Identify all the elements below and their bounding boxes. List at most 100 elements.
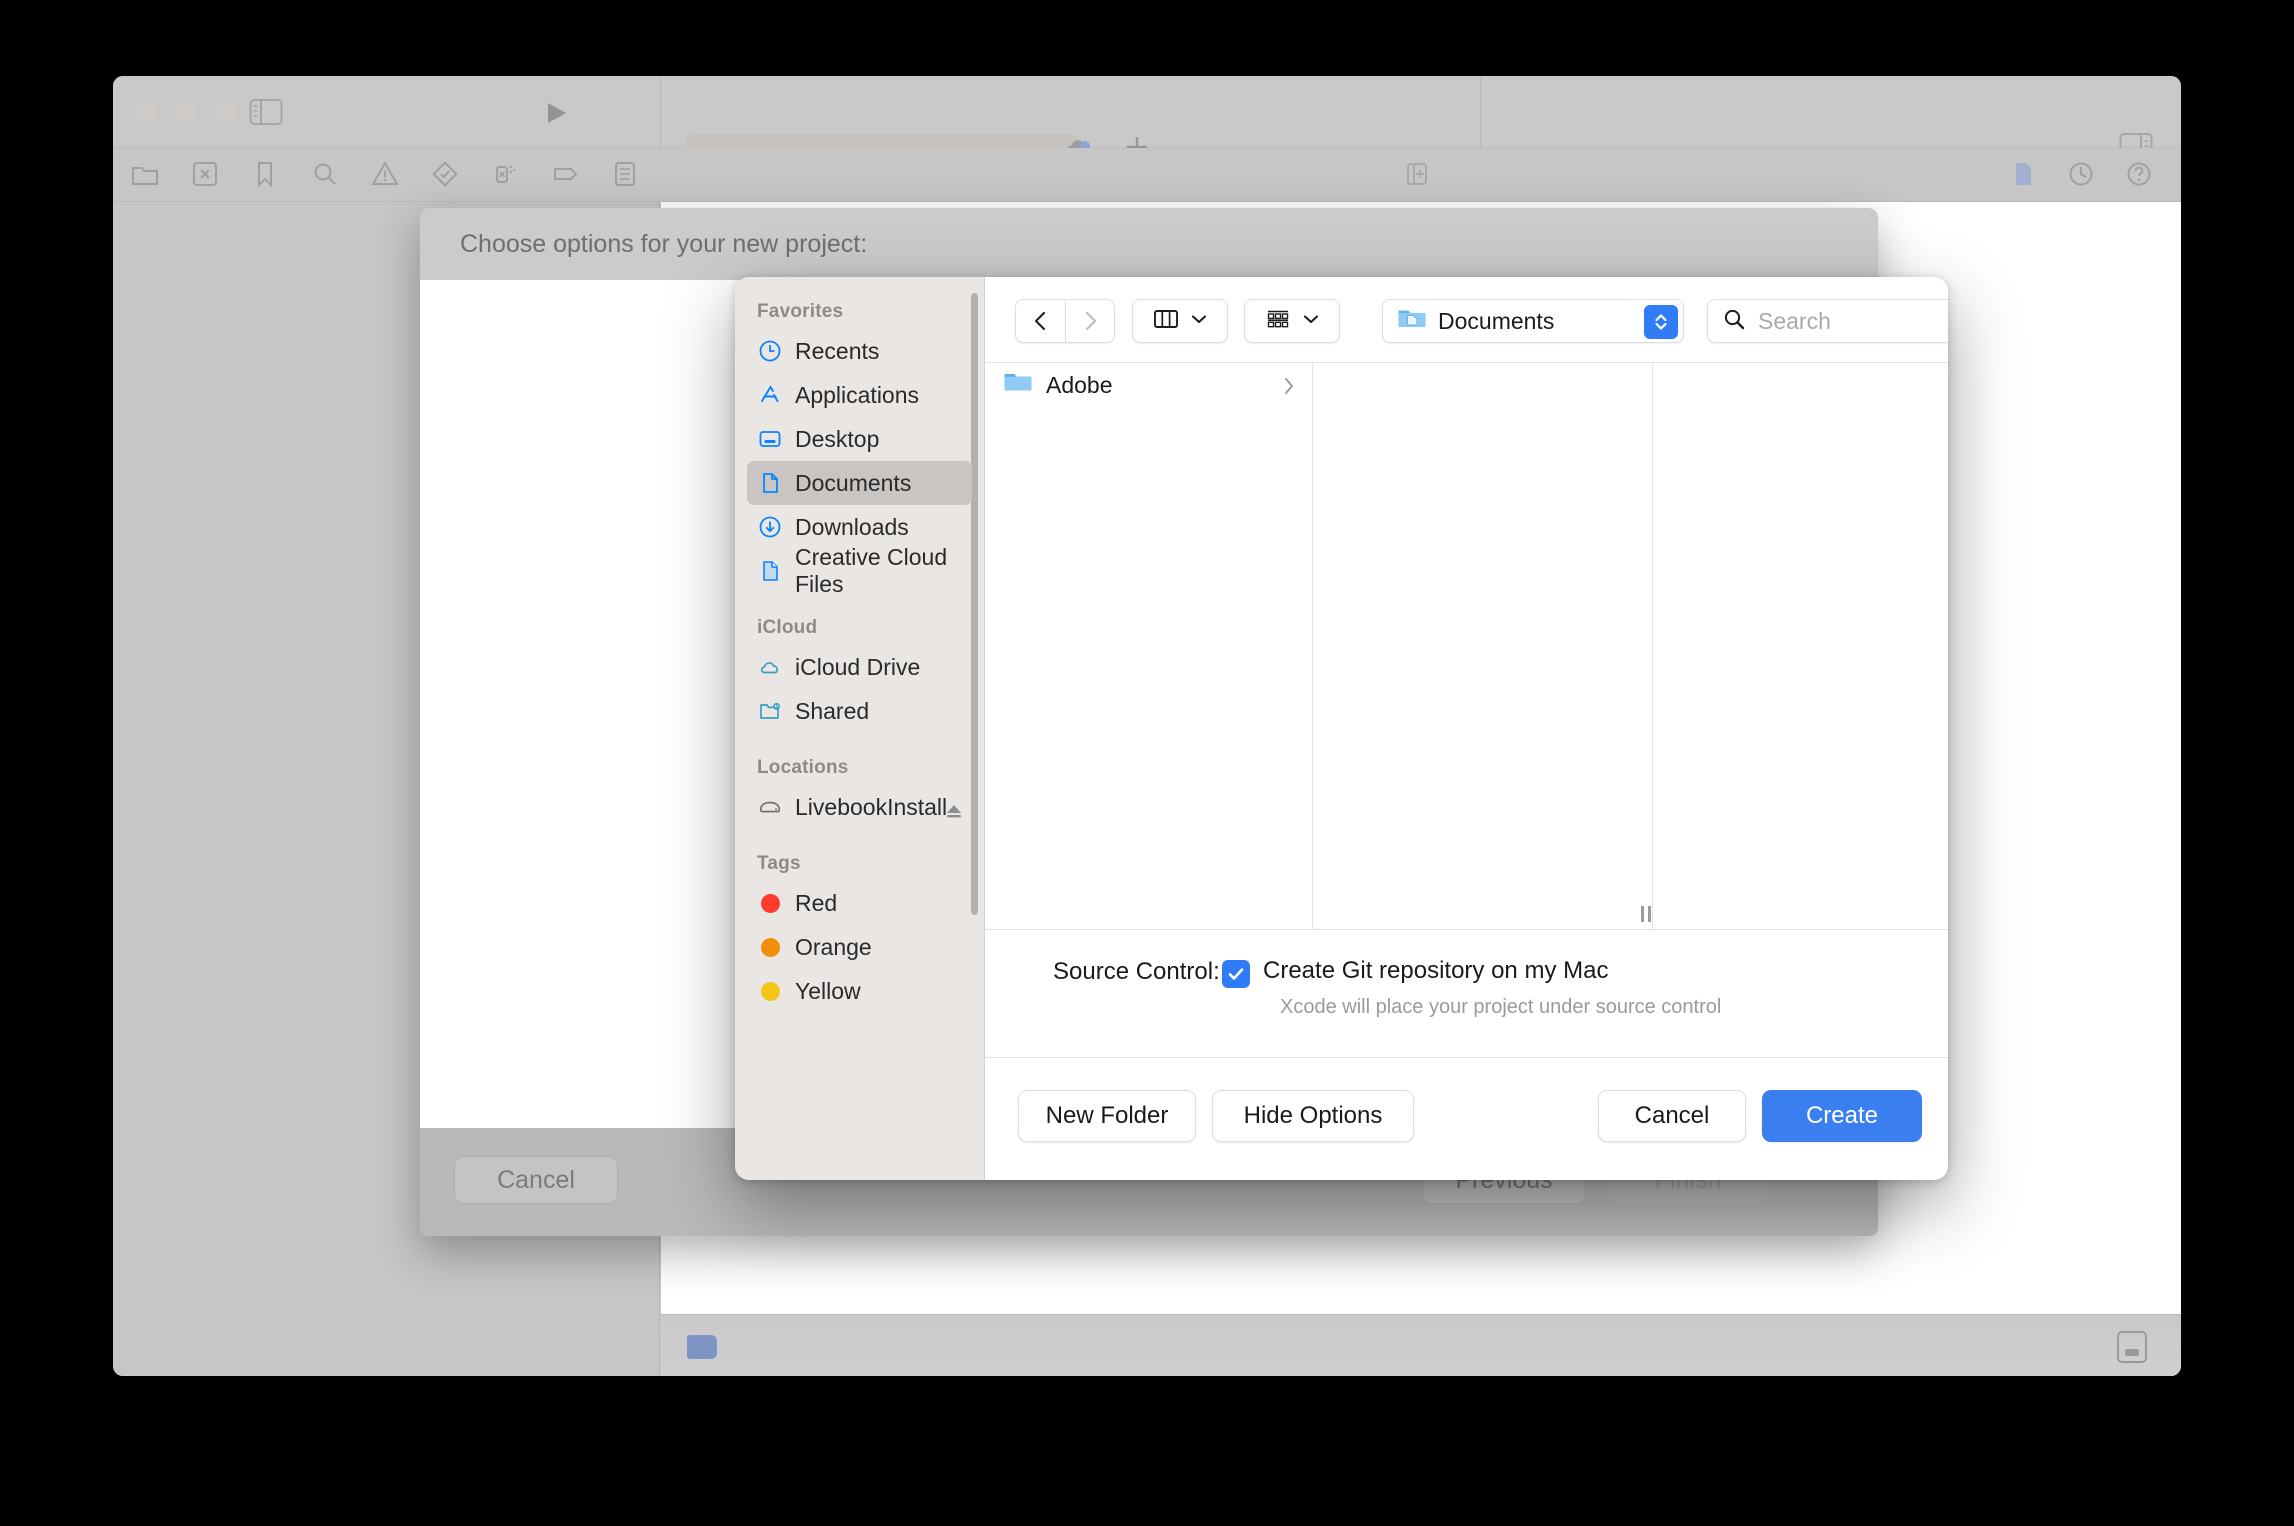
sidebar-item-shared[interactable]: Shared — [747, 689, 972, 733]
sidebar-item-desktop[interactable]: Desktop — [747, 417, 972, 461]
group-by-button[interactable] — [1244, 299, 1340, 343]
sidebar-item-applications[interactable]: Applications — [747, 373, 972, 417]
sidebar-item-label: Applications — [795, 381, 920, 408]
tag-dot-icon — [757, 978, 783, 1004]
sidebar-item-label: Creative Cloud Files — [795, 544, 948, 597]
create-button[interactable]: Create — [1762, 1090, 1922, 1142]
chevron-right-icon — [1282, 375, 1296, 402]
search-field[interactable]: Search — [1707, 299, 1948, 343]
new-folder-button[interactable]: New Folder — [1018, 1090, 1196, 1142]
column-view-icon — [1153, 308, 1179, 335]
download-icon — [757, 514, 783, 540]
search-icon[interactable] — [311, 160, 339, 188]
save-panel-main: Documents Search Adobe Source Control: C… — [985, 277, 1948, 1180]
file-row-adobe[interactable]: Adobe — [985, 363, 1312, 407]
sidebar-item-label: LivebookInstall — [795, 793, 948, 820]
sidebar-item-livebookinstall[interactable]: LivebookInstall — [747, 785, 972, 829]
minimize-button[interactable] — [177, 102, 197, 122]
sidebar-item-label: Shared — [795, 697, 870, 724]
forward-button[interactable] — [1065, 299, 1115, 343]
debug-icon[interactable] — [491, 160, 519, 188]
sidebar-item-label: Documents — [795, 469, 912, 496]
sidebar-item-icloud-drive[interactable]: iCloud Drive — [747, 645, 972, 689]
status-chip — [687, 1335, 717, 1359]
sidebar-item-downloads[interactable]: Downloads — [747, 505, 972, 549]
xcode-status-bar — [661, 1314, 2181, 1376]
console-toggle-icon[interactable] — [2117, 1331, 2147, 1363]
tag-dot-icon — [757, 934, 783, 960]
source-control-icon[interactable] — [191, 160, 219, 188]
window-traffic-lights[interactable] — [137, 102, 237, 122]
sheet-cancel-button[interactable]: Cancel — [454, 1156, 618, 1204]
cancel-button[interactable]: Cancel — [1598, 1090, 1746, 1142]
sidebar-scrollbar[interactable] — [971, 293, 978, 915]
desktop-icon — [757, 426, 783, 452]
panel-toggle-icon[interactable] — [1403, 160, 1431, 193]
folder-icon[interactable] — [131, 160, 159, 188]
sidebar-item-label: Orange — [795, 933, 872, 960]
up-down-chevrons-icon[interactable] — [1644, 305, 1678, 339]
save-panel-options: Source Control: Create Git repository on… — [985, 930, 1948, 1058]
shared-folder-icon — [757, 698, 783, 724]
sidebar-group-tags-label: Tags — [757, 853, 801, 874]
sidebar-item-tag-yellow[interactable]: Yellow — [747, 969, 972, 1013]
eject-icon[interactable] — [944, 799, 964, 818]
git-repository-label[interactable]: Create Git repository on my Mac — [1263, 957, 1608, 985]
location-popup-label: Documents — [1438, 307, 1555, 334]
test-icon[interactable] — [431, 160, 459, 188]
sidebar-item-label: Desktop — [795, 425, 880, 452]
sidebar-item-tag-orange[interactable]: Orange — [747, 925, 972, 969]
sidebar-item-label: Recents — [795, 337, 880, 364]
hide-options-button[interactable]: Hide Options — [1212, 1090, 1414, 1142]
search-input[interactable]: Search — [1758, 308, 1831, 335]
screen: ction Choose options for your new projec… — [0, 0, 2294, 1526]
sidebar-toggle-icon[interactable] — [249, 98, 283, 126]
sidebar-item-documents[interactable]: Documents — [747, 461, 972, 505]
toolbar-divider — [1480, 76, 1481, 148]
sidebar-item-label: Red — [795, 889, 838, 916]
breakpoint-icon[interactable] — [551, 160, 579, 188]
sidebar-item-creative-cloud-files[interactable]: Creative Cloud Files — [747, 544, 972, 597]
back-button[interactable] — [1015, 299, 1065, 343]
zoom-button[interactable] — [217, 102, 237, 122]
sidebar-item-label: Downloads — [795, 513, 909, 540]
location-popup-button[interactable]: Documents — [1382, 299, 1684, 343]
disk-icon — [757, 794, 783, 820]
tag-dot-icon — [757, 890, 783, 916]
sidebar-item-recents[interactable]: Recents — [747, 329, 972, 373]
sidebar-group-favorites-label: Favorites — [757, 301, 844, 322]
navigator-filter-icons[interactable] — [131, 160, 639, 188]
sidebar-group-icloud-label: iCloud — [757, 617, 818, 638]
file-browser-columns: Adobe — [985, 363, 1948, 930]
sidebar-group-locations-label: Locations — [757, 757, 849, 778]
close-button[interactable] — [137, 102, 157, 122]
sidebar-item-label: iCloud Drive — [795, 653, 921, 680]
sidebar-item-tag-red[interactable]: Red — [747, 881, 972, 925]
file-column-1[interactable]: Adobe — [985, 363, 1313, 929]
navigator-secondary-icons[interactable] — [623, 160, 701, 199]
sidebar-item-label: Yellow — [795, 977, 861, 1004]
git-repository-checkbox[interactable] — [1222, 960, 1250, 988]
warning-icon[interactable] — [371, 160, 399, 188]
toolbar-divider — [660, 76, 661, 148]
help-icon[interactable] — [2125, 160, 2153, 188]
chevron-down-icon — [1303, 312, 1319, 330]
clock-icon — [757, 338, 783, 364]
view-mode-button[interactable] — [1132, 299, 1228, 343]
save-panel-footer: New Folder Hide Options Cancel Create — [985, 1058, 1948, 1180]
file-column-2[interactable] — [1313, 363, 1653, 929]
run-icon[interactable] — [543, 100, 569, 126]
inspector-icons[interactable] — [2009, 160, 2153, 188]
xcode-titlebar — [113, 76, 2181, 170]
file-inspector-icon[interactable] — [2009, 160, 2037, 188]
search-icon — [1722, 307, 1746, 336]
chevron-down-icon — [1191, 312, 1207, 330]
save-panel-dialog: Favorites Recents Applications Desktop D… — [735, 277, 1948, 1180]
save-panel-sidebar[interactable]: Favorites Recents Applications Desktop D… — [735, 277, 985, 1180]
file-column-3[interactable] — [1653, 363, 1948, 929]
sheet-title: Choose options for your new project: — [460, 230, 868, 258]
history-icon[interactable] — [2067, 160, 2095, 188]
group-by-icon — [1265, 308, 1291, 335]
applications-icon — [757, 382, 783, 408]
bookmark-icon[interactable] — [251, 160, 279, 188]
